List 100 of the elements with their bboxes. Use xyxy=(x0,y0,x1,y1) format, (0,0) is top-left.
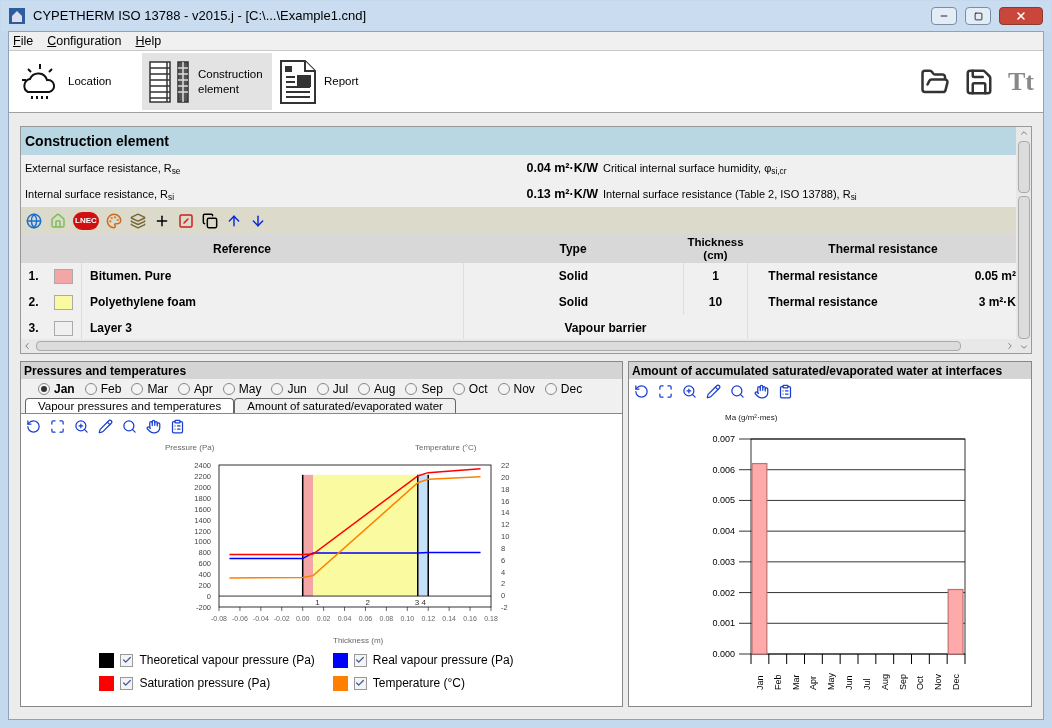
column-header: Thickness (cm) xyxy=(683,234,748,263)
close-button[interactable] xyxy=(999,7,1043,25)
row-number: 1. xyxy=(27,268,40,285)
menu-item[interactable]: Help xyxy=(135,31,162,51)
month-radio[interactable]: Sep xyxy=(405,379,443,398)
house-icon xyxy=(9,8,25,24)
row-number: 3. xyxy=(27,320,40,337)
font-button[interactable]: Tt xyxy=(1008,62,1034,101)
month-radio[interactable]: Oct xyxy=(452,379,488,398)
clipboard-button[interactable] xyxy=(169,418,186,435)
fit-button[interactable] xyxy=(657,383,674,400)
property-label: Critical internal surface humidity, φ$_{si,cr}$ xyxy=(603,160,787,177)
tick-label: May xyxy=(826,673,837,690)
tick-label: Sep xyxy=(897,674,908,690)
menu-item[interactable]: File xyxy=(13,31,34,51)
legend-checkbox[interactable] xyxy=(353,653,367,667)
search-button[interactable] xyxy=(729,383,746,400)
layer-number: 1 xyxy=(314,598,320,608)
scroll-up-icon xyxy=(1018,128,1029,138)
lnec-button[interactable]: LNEC xyxy=(73,211,99,230)
tab[interactable]: Amount of saturated/evaporated water xyxy=(234,398,456,413)
month-radio[interactable]: Aug xyxy=(358,379,396,398)
tick-label: Dec xyxy=(951,674,962,690)
horizontal-scrollbar[interactable] xyxy=(21,339,1016,353)
property-label: External surface resistance, R$_{se}$ xyxy=(24,160,182,177)
legend-label: Saturation pressure (Pa) xyxy=(139,675,271,692)
layers-button[interactable] xyxy=(129,212,147,229)
legend-checkbox[interactable] xyxy=(120,676,134,690)
hand-button[interactable] xyxy=(753,383,770,400)
undo-button[interactable] xyxy=(633,383,650,400)
minimize-button[interactable] xyxy=(931,7,957,25)
tick-label: 0.001 xyxy=(712,618,735,629)
property-label: Internal surface resistance, R$_{si}$ xyxy=(24,186,176,203)
tick-label: Aug xyxy=(879,674,890,690)
layer-number: 3 4 xyxy=(414,598,426,608)
wall-layers-icon xyxy=(148,59,192,104)
toolbar-button[interactable]: Location xyxy=(12,53,142,110)
axis-title: Ma (g/m²·mes) xyxy=(725,413,778,422)
column-header: Reference xyxy=(21,234,463,263)
tick-label: Oct xyxy=(915,676,926,690)
vertical-scrollbar[interactable] xyxy=(1016,127,1031,353)
property-value: 0.04 m²·K/W xyxy=(525,159,598,177)
property-value: 0.13 m²·K/W xyxy=(525,185,598,203)
tick-label: Jan xyxy=(754,675,765,690)
property-label: Internal surface resistance (Table 2, ISO 13788), R$_{si}$ xyxy=(603,186,857,203)
legend-checkbox[interactable] xyxy=(353,676,367,690)
window-title: CYPETHERM ISO 13788 - v2015.j - [C:\...\Example1.cnd] xyxy=(33,7,368,26)
legend-label: Temperature (°C) xyxy=(372,675,465,692)
tick-label: Nov xyxy=(933,674,944,690)
scrollbar-thumb[interactable] xyxy=(1017,141,1030,193)
zoom-in-button[interactable] xyxy=(681,383,698,400)
search-button[interactable] xyxy=(121,418,138,435)
globe-button[interactable] xyxy=(25,212,42,229)
tick-label: Jul xyxy=(861,678,872,690)
table-cell: Solid xyxy=(463,263,683,289)
panel-title: Amount of accumulated saturated/evaporated water at interfaces xyxy=(632,362,1003,380)
menu-item[interactable]: Configuration xyxy=(47,31,122,51)
month-radio[interactable]: Jan xyxy=(38,379,75,398)
month-radio[interactable]: Dec xyxy=(544,379,583,398)
toolbar-button[interactable]: Construction element xyxy=(142,53,272,110)
toolbar-button[interactable]: Report xyxy=(272,53,398,110)
table-cell: Bitumen. Pure xyxy=(81,263,463,289)
month-radio[interactable]: Feb xyxy=(84,379,122,398)
fit-button[interactable] xyxy=(49,418,66,435)
month-radio[interactable]: Nov xyxy=(497,379,535,398)
copy-button[interactable] xyxy=(201,212,219,229)
tab[interactable]: Vapour pressures and temperatures xyxy=(25,398,235,413)
pencil-button[interactable] xyxy=(97,418,114,435)
legend-label: Real vapour pressure (Pa) xyxy=(372,652,514,669)
scrollbar-thumb[interactable] xyxy=(36,341,961,351)
month-radio[interactable]: Jun xyxy=(271,379,307,398)
scroll-down-icon xyxy=(1018,342,1029,352)
legend-label: Theoretical vapour pressure (Pa) xyxy=(139,652,315,669)
tick-label: 0.005 xyxy=(712,495,735,506)
month-radio[interactable]: May xyxy=(222,379,262,398)
delete-button[interactable] xyxy=(177,212,195,229)
layer-number: 2 xyxy=(364,598,370,608)
table-cell: 10 xyxy=(683,289,748,315)
panel-title: Construction element xyxy=(25,131,169,151)
scroll-right-icon xyxy=(1005,341,1015,351)
pencil-button[interactable] xyxy=(705,383,722,400)
undo-button[interactable] xyxy=(25,418,42,435)
maximize-icon xyxy=(973,11,983,21)
row-number: 2. xyxy=(27,294,40,311)
close-icon xyxy=(1015,10,1027,22)
tick-label: 0.004 xyxy=(712,526,735,537)
clipboard-button[interactable] xyxy=(777,383,794,400)
chart-bar xyxy=(947,588,964,655)
zoom-in-button[interactable] xyxy=(73,418,90,435)
month-radio[interactable]: Jul xyxy=(316,379,349,398)
table-cell-text: Thermal resistance xyxy=(767,268,879,285)
document-icon xyxy=(278,58,318,105)
palette-button[interactable] xyxy=(105,212,123,229)
maximize-button[interactable] xyxy=(965,7,991,25)
tick-label: Mar xyxy=(790,674,801,690)
legend-checkbox[interactable] xyxy=(120,653,134,667)
month-radio[interactable]: Mar xyxy=(131,379,169,398)
month-radio[interactable]: Apr xyxy=(178,379,213,398)
tick-label: 0.003 xyxy=(712,556,735,567)
hand-button[interactable] xyxy=(145,418,162,435)
